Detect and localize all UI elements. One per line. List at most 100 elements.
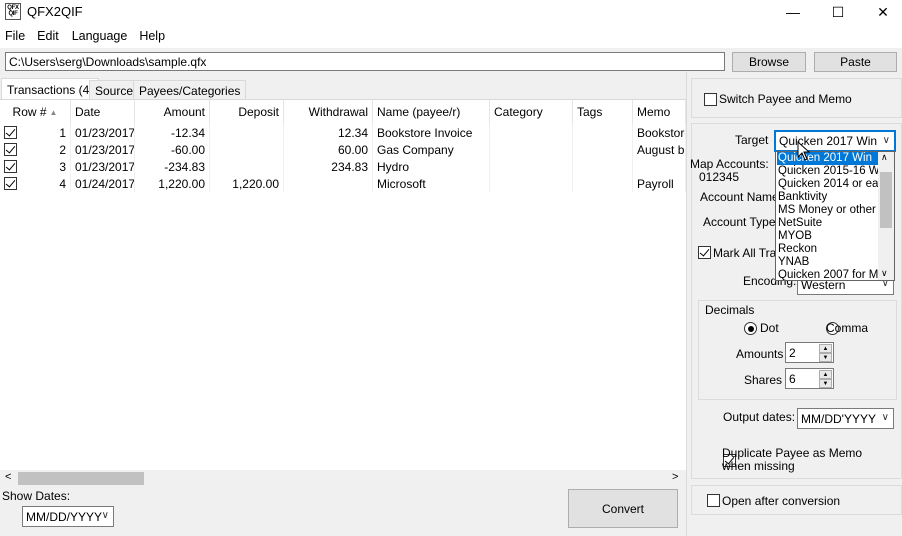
scroll-down-icon[interactable]: ∨ xyxy=(881,268,888,279)
show-dates-select[interactable]: MM/DD/YYYY ∨ xyxy=(22,506,114,527)
deposit-cell[interactable]: 1,220.00 xyxy=(210,175,284,192)
maximize-button[interactable]: ☐ xyxy=(815,0,861,24)
paste-button[interactable]: Paste xyxy=(814,52,897,72)
file-path-input[interactable] xyxy=(5,52,725,71)
target-select[interactable]: Quicken 2017 Win ∨ xyxy=(774,130,896,152)
dropdown-option[interactable]: Quicken 2014 or earlier xyxy=(777,178,880,191)
menu-help[interactable]: Help xyxy=(133,29,171,43)
scroll-up-icon[interactable]: ∧ xyxy=(881,152,888,163)
column-header-deposit[interactable]: Deposit xyxy=(210,100,284,124)
shares-stepper[interactable]: 6 ▲ ▼ xyxy=(785,368,834,389)
column-header-withdrawal[interactable]: Withdrawal xyxy=(284,100,373,124)
scroll-left-icon[interactable]: < xyxy=(5,471,11,483)
scroll-right-icon[interactable]: > xyxy=(672,471,678,483)
scrollbar-thumb[interactable] xyxy=(880,172,892,228)
row-cell: 3 xyxy=(0,158,71,175)
amount-cell[interactable]: -234.83 xyxy=(135,158,210,175)
row-checkbox[interactable] xyxy=(4,160,17,173)
tags-cell[interactable] xyxy=(573,175,633,192)
name-cell[interactable]: Microsoft xyxy=(373,175,490,192)
memo-cell[interactable]: Payroll xyxy=(633,175,686,192)
name-cell[interactable]: Hydro xyxy=(373,158,490,175)
tags-cell[interactable] xyxy=(573,158,633,175)
switch-payee-memo-checkbox[interactable] xyxy=(704,93,717,106)
row-checkbox[interactable] xyxy=(4,126,17,139)
minimize-button[interactable]: — xyxy=(770,0,816,24)
column-header-tags[interactable]: Tags xyxy=(573,100,633,124)
memo-cell[interactable] xyxy=(633,158,686,175)
row-checkbox[interactable] xyxy=(4,143,17,156)
column-header-name[interactable]: Name (payee/r) xyxy=(373,100,490,124)
convert-button[interactable]: Convert xyxy=(568,489,678,528)
date-cell[interactable]: 01/23/2017 xyxy=(71,141,135,158)
browse-button[interactable]: Browse xyxy=(732,52,806,72)
decimals-group: Decimals Dot Comma Amounts 2 ▲ ▼ Shares … xyxy=(698,300,897,400)
memo-cell[interactable]: August bil xyxy=(633,141,686,158)
menu-bar: File Edit Language Help xyxy=(0,24,902,48)
dot-radio[interactable] xyxy=(744,322,757,336)
deposit-cell[interactable] xyxy=(210,124,284,141)
dropdown-option[interactable]: YNAB xyxy=(777,256,880,269)
tags-cell[interactable] xyxy=(573,124,633,141)
deposit-cell[interactable] xyxy=(210,158,284,175)
target-dropdown-list[interactable]: Quicken 2017 Win Quicken 2015-16 Win Qui… xyxy=(775,151,895,281)
column-header-amount[interactable]: Amount xyxy=(135,100,210,124)
category-cell[interactable] xyxy=(490,141,573,158)
dropdown-option[interactable]: MYOB xyxy=(777,230,880,243)
row-checkbox[interactable] xyxy=(4,177,17,190)
output-dates-select[interactable]: MM/DD'YYYY ∨ xyxy=(797,408,894,429)
column-header-date[interactable]: Date xyxy=(71,100,135,124)
scrollbar-thumb[interactable] xyxy=(18,472,144,485)
stepper-down-icon[interactable]: ▼ xyxy=(819,353,832,362)
column-header-row[interactable]: Row # ▲ xyxy=(0,100,71,124)
date-cell[interactable]: 01/24/2017 xyxy=(71,175,135,192)
column-header-category[interactable]: Category xyxy=(490,100,573,124)
menu-file[interactable]: File xyxy=(0,29,31,43)
tab-source[interactable]: Source xyxy=(89,80,140,100)
category-cell[interactable] xyxy=(490,158,573,175)
tags-cell[interactable] xyxy=(573,141,633,158)
stepper-up-icon[interactable]: ▲ xyxy=(819,344,832,353)
horizontal-scrollbar[interactable]: < > xyxy=(0,470,686,487)
table-row[interactable]: 2 01/23/2017 -60.00 60.00 Gas Company Au… xyxy=(0,141,686,158)
withdrawal-cell[interactable]: 234.83 xyxy=(284,158,373,175)
dropdown-option[interactable]: Reckon xyxy=(777,243,880,256)
category-cell[interactable] xyxy=(490,175,573,192)
dropdown-option[interactable]: Quicken 2017 Win xyxy=(777,152,880,165)
name-cell[interactable]: Gas Company xyxy=(373,141,490,158)
open-after-checkbox[interactable] xyxy=(707,494,720,507)
deposit-cell[interactable] xyxy=(210,141,284,158)
amount-cell[interactable]: 1,220.00 xyxy=(135,175,210,192)
date-cell[interactable]: 01/23/2017 xyxy=(71,158,135,175)
table-row[interactable]: 4 01/24/2017 1,220.00 1,220.00 Microsoft… xyxy=(0,175,686,192)
dropdown-option[interactable]: Quicken 2015-16 Win xyxy=(777,165,880,178)
transactions-grid: Row # ▲ Date Amount Deposit Withdrawal N… xyxy=(0,99,686,485)
stepper-down-icon[interactable]: ▼ xyxy=(819,379,832,388)
menu-edit[interactable]: Edit xyxy=(31,29,65,43)
dropdown-option[interactable]: NetSuite xyxy=(777,217,880,230)
dropdown-option[interactable]: Banktivity xyxy=(777,191,880,204)
memo-cell[interactable]: Bookstore xyxy=(633,124,686,141)
amount-cell[interactable]: -60.00 xyxy=(135,141,210,158)
tab-transactions[interactable]: Transactions (4) xyxy=(1,78,100,100)
dropdown-option[interactable]: Quicken 2007 for Mac xyxy=(777,269,880,280)
tab-payees-categories[interactable]: Payees/Categories xyxy=(133,80,247,100)
table-row[interactable]: 1 01/23/2017 -12.34 12.34 Bookstore Invo… xyxy=(0,124,686,141)
close-button[interactable]: ✕ xyxy=(860,0,902,24)
withdrawal-cell[interactable]: 60.00 xyxy=(284,141,373,158)
column-header-memo[interactable]: Memo xyxy=(633,100,686,124)
withdrawal-cell[interactable]: 12.34 xyxy=(284,124,373,141)
date-cell[interactable]: 01/23/2017 xyxy=(71,124,135,141)
amounts-stepper[interactable]: 2 ▲ ▼ xyxy=(785,342,834,363)
dropdown-option[interactable]: MS Money or other xyxy=(777,204,880,217)
dropdown-scrollbar[interactable]: ∧ ∨ xyxy=(878,152,894,280)
stepper-up-icon[interactable]: ▲ xyxy=(819,370,832,379)
amount-cell[interactable]: -12.34 xyxy=(135,124,210,141)
table-row[interactable]: 3 01/23/2017 -234.83 234.83 Hydro xyxy=(0,158,686,175)
menu-language[interactable]: Language xyxy=(65,29,134,43)
name-cell[interactable]: Bookstore Invoice xyxy=(373,124,490,141)
withdrawal-cell[interactable] xyxy=(284,175,373,192)
output-dates-value: MM/DD'YYYY xyxy=(801,411,876,426)
mark-all-checkbox[interactable] xyxy=(698,246,711,259)
category-cell[interactable] xyxy=(490,124,573,141)
